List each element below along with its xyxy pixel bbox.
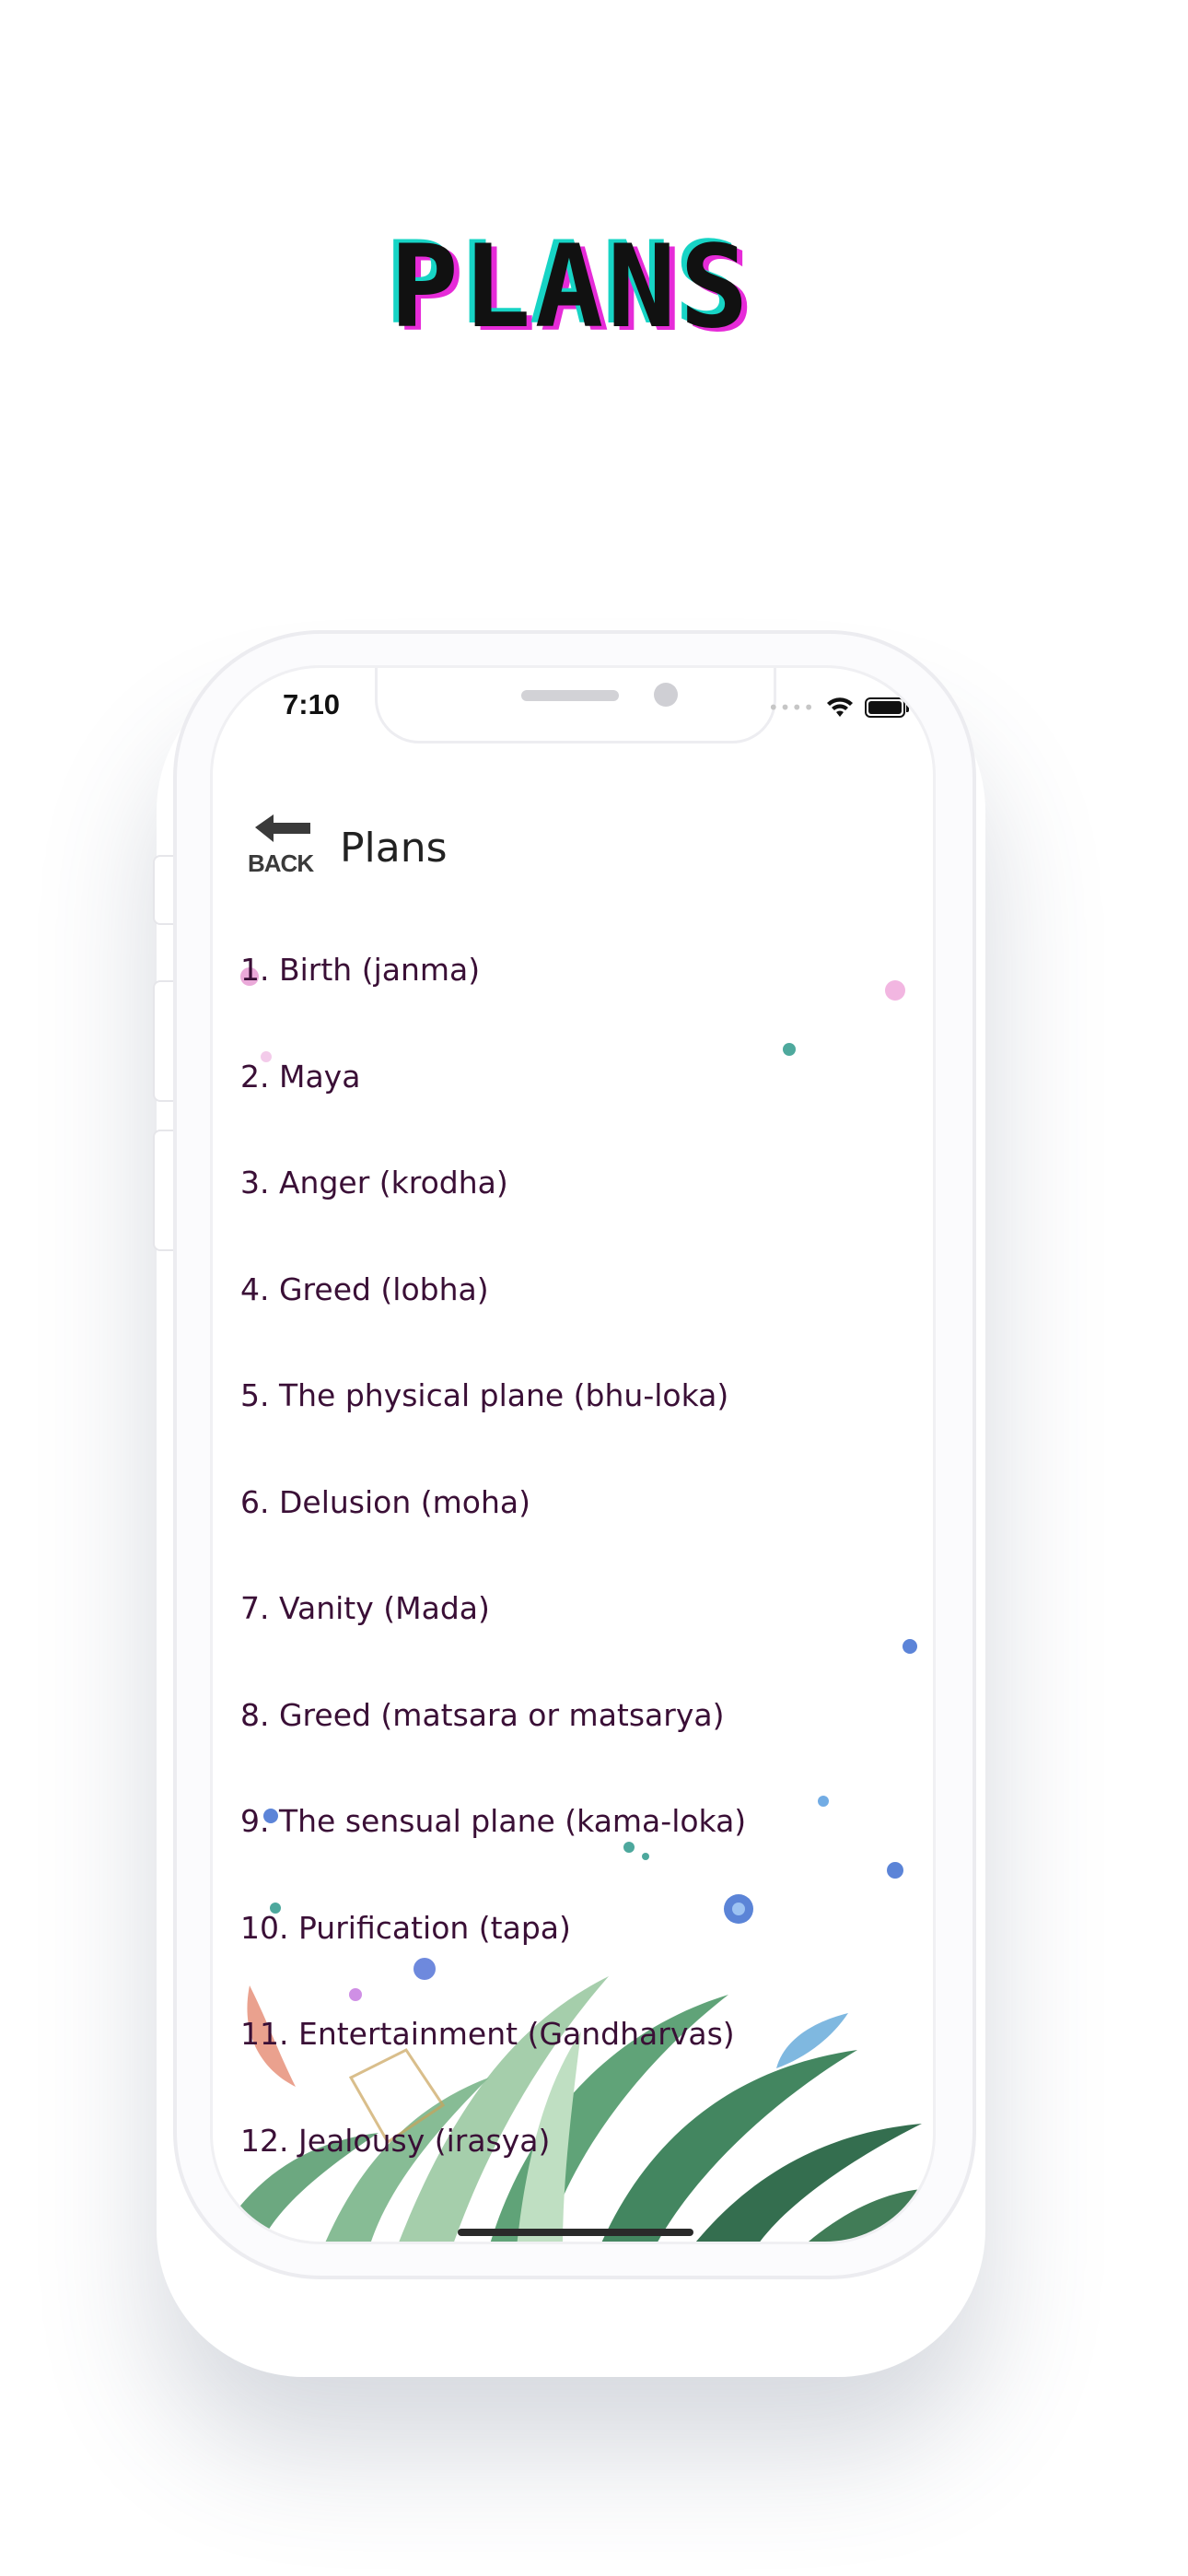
plans-list: 1. Birth (janma) 2. Maya 3. Anger (krodh… [240,952,903,2229]
plan-item[interactable]: 6. Delusion (moha) [240,1484,903,1591]
plan-item[interactable]: 8. Greed (matsara or matsarya) [240,1697,903,1804]
plan-item[interactable]: 10. Purification (tapa) [240,1910,903,2017]
app-store-screenshot: PLANS 7:10 •••• BACK Plans 1. Birth (jan… [0,0,1188,2576]
plan-item[interactable]: 1. Birth (janma) [240,952,903,1059]
home-indicator[interactable] [458,2229,693,2236]
plan-item[interactable]: 7. Vanity (Mada) [240,1590,903,1697]
plan-item[interactable]: 12. Jealousy (irasya) [240,2123,903,2230]
plan-item[interactable]: 11. Entertainment (Gandharvas) [240,2016,903,2123]
poster-title: PLANS [390,221,752,354]
plan-item[interactable]: 2. Maya [240,1059,903,1165]
plan-item[interactable]: 9. The sensual plane (kama-loka) [240,1803,903,1910]
plan-item[interactable]: 5. The physical plane (bhu-loka) [240,1377,903,1484]
plan-item[interactable]: 3. Anger (krodha) [240,1165,903,1271]
phone-screen: 7:10 •••• BACK Plans 1. Birth (janma) 2.… [210,665,936,2244]
plan-item[interactable]: 4. Greed (lobha) [240,1271,903,1378]
